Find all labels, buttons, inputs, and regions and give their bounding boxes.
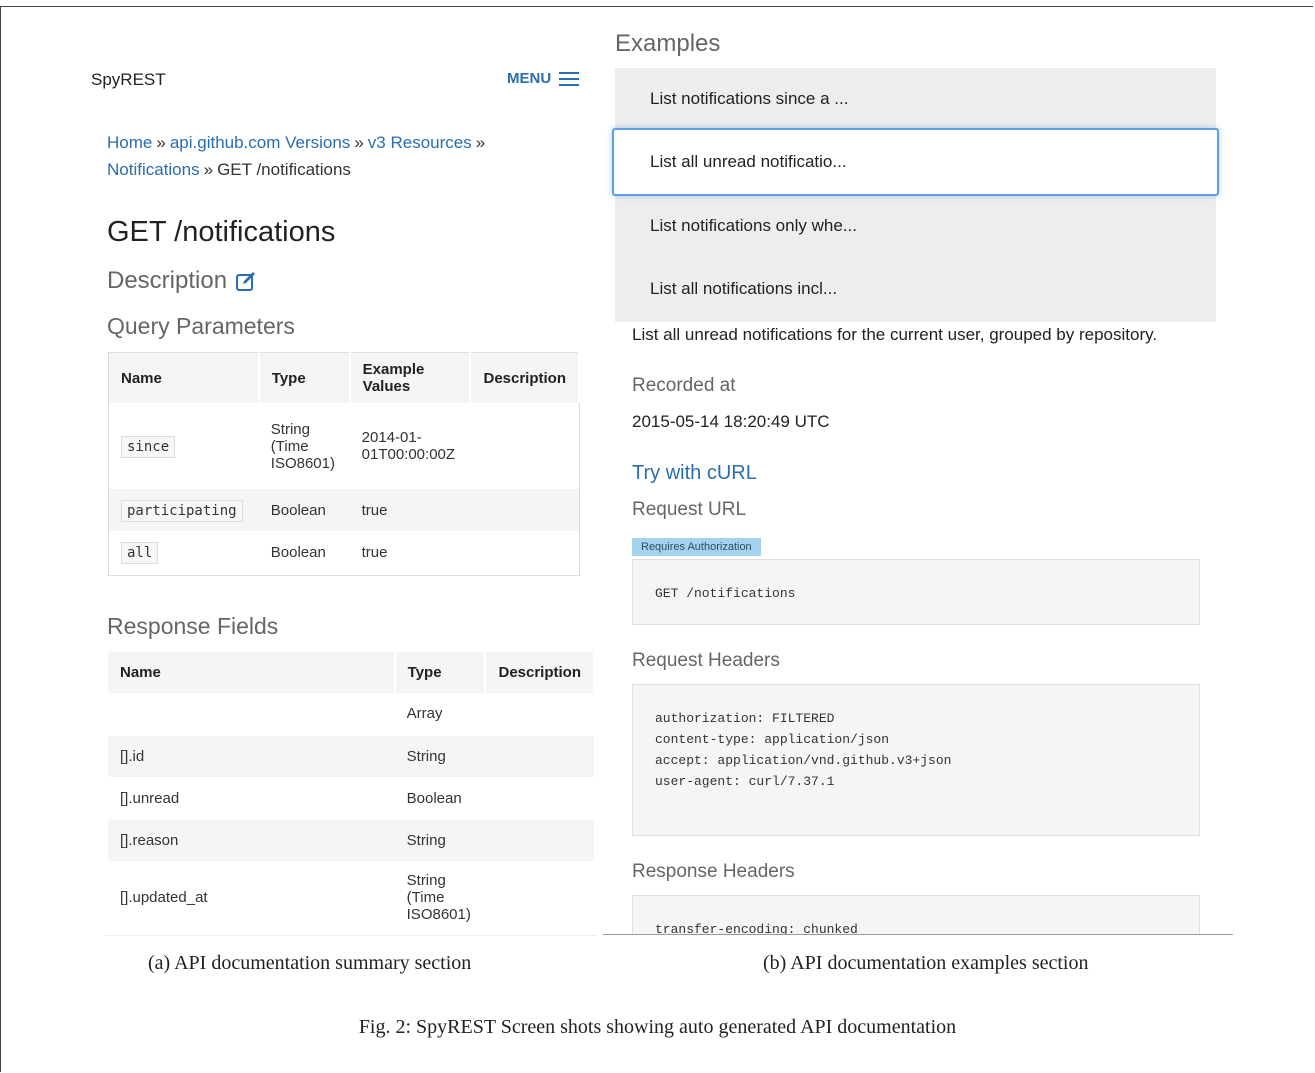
description-heading: Description <box>107 267 257 295</box>
breadcrumb-sep: » <box>203 160 214 179</box>
breadcrumb-versions[interactable]: api.github.com Versions <box>170 133 351 152</box>
examples-heading: Examples <box>615 30 721 57</box>
field-name: [].unread <box>108 777 395 820</box>
request-headers-code: authorization: FILTERED content-type: ap… <box>632 684 1200 836</box>
breadcrumb-sep: » <box>475 133 486 152</box>
param-name-cell: all <box>109 531 259 575</box>
field-name: [].id <box>108 735 395 778</box>
try-with-curl-link[interactable]: Try with cURL <box>632 462 757 485</box>
field-type: Boolean <box>394 777 486 820</box>
table-row: [].reason String <box>108 819 594 862</box>
example-summary: List all unread notifications for the cu… <box>632 325 1158 344</box>
request-headers-heading: Request Headers <box>632 650 780 671</box>
breadcrumb: Home» api.github.com Versions» v3 Resource… <box>107 129 527 183</box>
table-header-row: Name Type Example Values Description <box>108 352 580 403</box>
param-name: since <box>121 435 176 458</box>
example-item[interactable]: List notifications since a ... <box>615 68 1216 130</box>
menu-label: MENU <box>507 70 552 87</box>
request-url-heading: Request URL <box>632 499 747 520</box>
col-header: Name <box>108 652 396 693</box>
table-row: [].unread Boolean <box>108 777 594 820</box>
field-description <box>485 861 594 934</box>
request-url-code: GET /notifications <box>632 559 1200 625</box>
param-description <box>470 403 579 489</box>
param-example: true <box>349 489 471 531</box>
field-type: String <box>394 819 486 862</box>
examples-list: List notifications since a ... List all … <box>612 68 1219 322</box>
query-params-table: Name Type Example Values Description sin… <box>108 352 580 576</box>
example-item[interactable]: List notifications only whe... <box>615 195 1216 257</box>
hamburger-icon <box>559 71 580 87</box>
param-type: String (Time ISO8601) <box>270 420 335 472</box>
field-type: String <box>394 735 486 778</box>
col-header: Name <box>108 352 260 403</box>
field-type: String (Time ISO8601) <box>394 861 486 934</box>
param-name-cell: participating <box>108 489 259 531</box>
recorded-at-label: Recorded at <box>632 375 736 396</box>
param-name: all <box>121 542 159 565</box>
param-name: participating <box>121 499 243 522</box>
table-row: since String (Time ISO8601) 2014-01-01T0… <box>109 403 580 489</box>
response-fields-heading: Response Fields <box>107 613 279 639</box>
response-fields-table: Name Type Description Array [].id String… <box>108 652 595 934</box>
brand-logo[interactable]: SpyREST <box>91 70 166 90</box>
query-params-heading: Query Parameters <box>107 313 295 339</box>
field-name: [].updated_at <box>108 861 395 934</box>
panel-cut-line <box>603 934 1233 935</box>
example-item-active[interactable]: List all unread notificatio... <box>612 128 1219 196</box>
field-name: [].reason <box>108 819 395 862</box>
breadcrumb-resources[interactable]: v3 Resources <box>368 133 472 152</box>
description-heading-label: Description <box>107 267 228 294</box>
page-title: GET /notifications <box>107 216 336 248</box>
table-row: all Boolean true <box>109 531 580 575</box>
subfigure-caption-a: (a) API documentation summary section <box>148 952 472 974</box>
field-type: Array <box>394 693 486 736</box>
field-name <box>108 693 395 736</box>
col-header: Description <box>485 652 595 693</box>
breadcrumb-home[interactable]: Home <box>107 133 152 152</box>
field-description <box>485 777 594 820</box>
table-row: Array <box>108 693 594 736</box>
col-header: Type <box>394 652 487 693</box>
table-row: [].id String <box>108 735 594 778</box>
breadcrumb-sep: » <box>354 133 364 152</box>
edit-icon[interactable] <box>235 270 257 292</box>
param-description <box>470 489 579 531</box>
recorded-at-value: 2015-05-14 18:20:49 UTC <box>632 412 830 431</box>
field-description <box>485 735 594 778</box>
param-type: Boolean <box>258 489 350 531</box>
col-header: Description <box>470 352 580 403</box>
param-example: true <box>361 544 388 562</box>
panel-cut-line <box>105 935 597 936</box>
subfigure-caption-b: (b) API documentation examples section <box>763 952 1089 974</box>
param-example: 2014-01-01T00:00:00Z <box>361 429 456 463</box>
field-description <box>485 693 594 736</box>
requires-auth-badge: Requires Authorization <box>632 538 761 556</box>
breadcrumb-current: GET /notifications <box>217 160 351 179</box>
table-header-row: Name Type Description <box>108 652 595 693</box>
response-headers-heading: Response Headers <box>632 861 795 882</box>
example-item[interactable]: List all notifications incl... <box>615 258 1216 320</box>
col-header: Type <box>258 352 351 403</box>
table-row: participating Boolean true <box>108 489 579 531</box>
field-description <box>485 819 594 862</box>
table-row: [].updated_at String (Time ISO8601) <box>108 861 594 934</box>
response-headers-code: transfer-encoding: chunked <box>632 895 1200 935</box>
breadcrumb-notifications[interactable]: Notifications <box>107 160 200 179</box>
param-description <box>470 531 579 575</box>
param-name-cell: since <box>109 403 259 489</box>
param-type: Boolean <box>270 544 326 562</box>
menu-button[interactable]: MENU <box>507 70 580 87</box>
figure-caption: Fig. 2: SpyREST Screen shots showing aut… <box>358 1016 957 1038</box>
col-header: Example Values <box>349 352 472 403</box>
breadcrumb-sep: » <box>156 133 166 152</box>
